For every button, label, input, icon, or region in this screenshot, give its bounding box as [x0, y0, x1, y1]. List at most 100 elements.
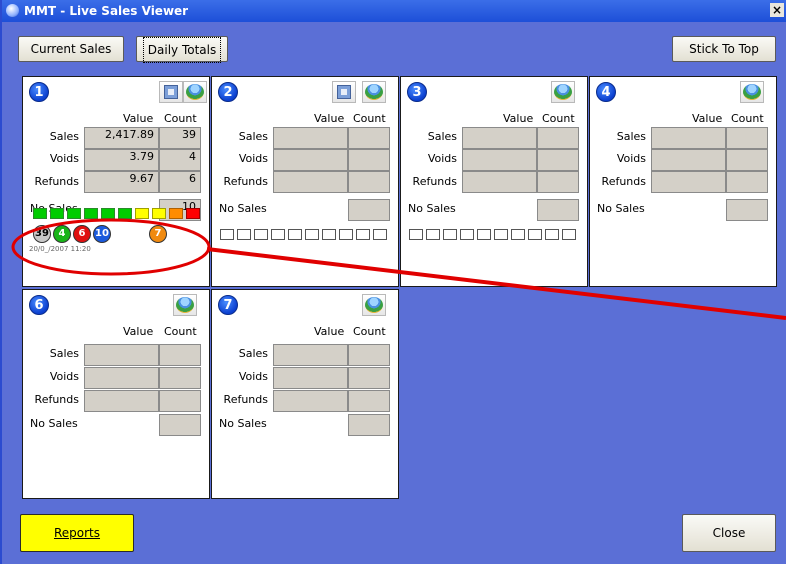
- sales-label: Sales: [238, 347, 268, 360]
- activity-bar: [152, 208, 166, 219]
- terminal-panel-6[interactable]: 6 Value Count Sales Voids Refunds No Sal…: [22, 289, 210, 499]
- no-sales-count-cell: [348, 414, 390, 436]
- status-circle-red: 6: [73, 225, 91, 243]
- no-sales-count-cell: [159, 414, 201, 436]
- activity-bar: [373, 229, 387, 240]
- activity-bar: [67, 208, 81, 219]
- voids-count-cell: [348, 367, 390, 389]
- no-sales-label: No Sales: [30, 417, 78, 430]
- sales-label: Sales: [49, 130, 79, 143]
- terminal-panel-3[interactable]: 3 Value Count Sales Voids Refunds No Sal…: [400, 76, 588, 287]
- terminal-panel-4[interactable]: 4 Value Count Sales Voids Refunds No Sal…: [589, 76, 777, 287]
- refunds-count-cell: [159, 390, 201, 412]
- status-circle-grey: 39: [33, 225, 51, 243]
- title-bar[interactable]: MMT - Live Sales Viewer ×: [2, 0, 786, 22]
- voids-value-cell: [651, 149, 726, 171]
- activity-bar: [305, 229, 319, 240]
- sales-value-cell: [273, 344, 348, 366]
- refunds-value-cell: [84, 390, 159, 412]
- graph-button[interactable]: [183, 81, 207, 103]
- app-window: MMT - Live Sales Viewer × Current Sales …: [0, 0, 786, 564]
- terminal-panel-7[interactable]: 7 Value Count Sales Voids Refunds No Sal…: [211, 289, 399, 499]
- globe-chart-icon: [365, 297, 383, 313]
- graph-button[interactable]: [362, 294, 386, 316]
- no-sales-count-cell: [726, 199, 768, 221]
- voids-count-cell: [348, 149, 390, 171]
- terminal-panel-1[interactable]: 1 Value Count Sales 2,417.89 39 Voids 3.…: [22, 76, 210, 287]
- stick-to-top-button[interactable]: Stick To Top: [672, 36, 776, 62]
- activity-bar: [288, 229, 302, 240]
- activity-bar: [169, 208, 183, 219]
- activity-bar: [443, 229, 457, 240]
- refunds-count-cell: [348, 390, 390, 412]
- status-circle-blue: 10: [93, 225, 111, 243]
- activity-bar: [545, 229, 559, 240]
- globe-chart-icon: [176, 297, 194, 313]
- refunds-count-cell: 6: [159, 171, 201, 193]
- refunds-label: Refunds: [223, 175, 268, 188]
- activity-bar: [135, 208, 149, 219]
- graph-button[interactable]: [740, 81, 764, 103]
- count-header: Count: [164, 325, 197, 338]
- terminal-number-badge: 6: [29, 295, 49, 315]
- no-sales-count-cell: [348, 199, 390, 221]
- daily-totals-button[interactable]: Daily Totals: [136, 36, 228, 63]
- voids-value-cell: [273, 149, 348, 171]
- globe-chart-icon: [554, 84, 572, 100]
- status-circle-orange: 7: [149, 225, 167, 243]
- count-header: Count: [353, 112, 386, 125]
- refunds-label: Refunds: [34, 175, 79, 188]
- close-button[interactable]: Close: [682, 514, 776, 552]
- voids-count-cell: 4: [159, 149, 201, 171]
- status-circle-green: 4: [53, 225, 71, 243]
- sales-label: Sales: [238, 130, 268, 143]
- window-title: MMT - Live Sales Viewer: [24, 4, 189, 18]
- refunds-label: Refunds: [223, 393, 268, 406]
- sales-count-cell: [348, 344, 390, 366]
- activity-bar: [477, 229, 491, 240]
- current-sales-button[interactable]: Current Sales: [18, 36, 124, 62]
- sales-count-cell: [726, 127, 768, 149]
- activity-bar: [84, 208, 98, 219]
- print-button[interactable]: [159, 81, 183, 103]
- refunds-label: Refunds: [34, 393, 79, 406]
- timestamp: 20/0_/2007 11:20: [29, 245, 91, 253]
- graph-button[interactable]: [551, 81, 575, 103]
- print-button[interactable]: [332, 81, 356, 103]
- refunds-count-cell: [348, 171, 390, 193]
- voids-label: Voids: [427, 152, 457, 165]
- activity-bar: [460, 229, 474, 240]
- activity-bar: [494, 229, 508, 240]
- sales-value-cell: 2,417.89: [84, 127, 159, 149]
- activity-bar: [339, 229, 353, 240]
- refunds-value-cell: 9.67: [84, 171, 159, 193]
- sales-label: Sales: [427, 130, 457, 143]
- no-sales-label: No Sales: [219, 202, 267, 215]
- globe-chart-icon: [186, 84, 204, 100]
- globe-chart-icon: [743, 84, 761, 100]
- terminal-number-badge: 3: [407, 82, 427, 102]
- sales-count-cell: [537, 127, 579, 149]
- sales-value-cell: [273, 127, 348, 149]
- sales-count-cell: 39: [159, 127, 201, 149]
- sales-count-cell: [159, 344, 201, 366]
- refunds-value-cell: [273, 390, 348, 412]
- voids-label: Voids: [238, 152, 268, 165]
- close-window-button[interactable]: ×: [770, 3, 784, 17]
- activity-bar: [50, 208, 64, 219]
- activity-bar: [101, 208, 115, 219]
- voids-value-cell: [84, 367, 159, 389]
- activity-bar: [356, 229, 370, 240]
- count-header: Count: [542, 112, 575, 125]
- voids-value-cell: [462, 149, 537, 171]
- graph-button[interactable]: [362, 81, 386, 103]
- app-icon: [6, 4, 19, 17]
- graph-button[interactable]: [173, 294, 197, 316]
- activity-bar: [426, 229, 440, 240]
- sales-value-cell: [462, 127, 537, 149]
- terminal-panel-2[interactable]: 2 Value Count Sales Voids Refunds No Sal…: [211, 76, 399, 287]
- reports-button[interactable]: Reports: [20, 514, 134, 552]
- sales-count-cell: [348, 127, 390, 149]
- refunds-value-cell: [462, 171, 537, 193]
- terminal-number-badge: 7: [218, 295, 238, 315]
